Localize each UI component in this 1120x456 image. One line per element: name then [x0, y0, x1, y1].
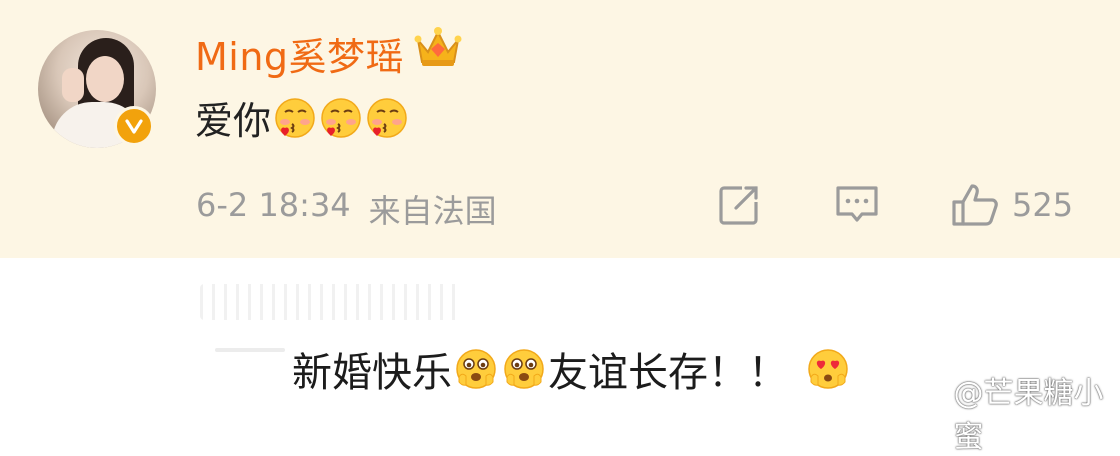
- comment-text: 爱你: [195, 90, 409, 145]
- thumbs-up-icon: [952, 184, 998, 226]
- obscured-username: [200, 284, 460, 320]
- verified-v-icon: [114, 106, 154, 146]
- comment-meta: 6-2 18:34 来自法国: [196, 186, 497, 232]
- reply-text-part1: 新婚快乐: [292, 350, 452, 396]
- flushed-emoji-icon: [504, 349, 544, 389]
- timestamp: 6-2 18:34: [196, 186, 351, 224]
- repost-button[interactable]: [716, 182, 762, 228]
- obscured-scribble: [215, 348, 285, 352]
- heart-eyes-emoji-icon: [808, 349, 848, 389]
- username[interactable]: Ming奚梦瑶: [195, 26, 404, 81]
- comment-button[interactable]: [834, 182, 880, 228]
- like-count: 525: [1012, 186, 1074, 224]
- blowing-kiss-emoji-icon: [367, 97, 407, 138]
- blowing-kiss-emoji-icon: [321, 97, 361, 138]
- reply-text-part2: 友谊长存！！: [548, 350, 788, 396]
- repost-icon: [719, 186, 758, 225]
- flushed-emoji-icon: [456, 349, 496, 389]
- crown-icon: [414, 27, 462, 66]
- weibo-logo-icon: [918, 401, 948, 425]
- watermark-text: @芒果糖小蜜: [953, 376, 1104, 455]
- location: 来自法国: [368, 192, 497, 230]
- comment-card: Ming奚梦瑶 爱你 6-2 18:34 来自法国 525: [0, 0, 1120, 258]
- reply-text: 新婚快乐 友谊长存！！: [292, 340, 852, 398]
- like-button[interactable]: 525: [950, 182, 1073, 228]
- watermark: @芒果糖小蜜: [918, 368, 1120, 456]
- comment-text-label: 爱你: [195, 99, 272, 143]
- blowing-kiss-emoji-icon: [275, 97, 315, 138]
- comment-icon: [836, 186, 878, 222]
